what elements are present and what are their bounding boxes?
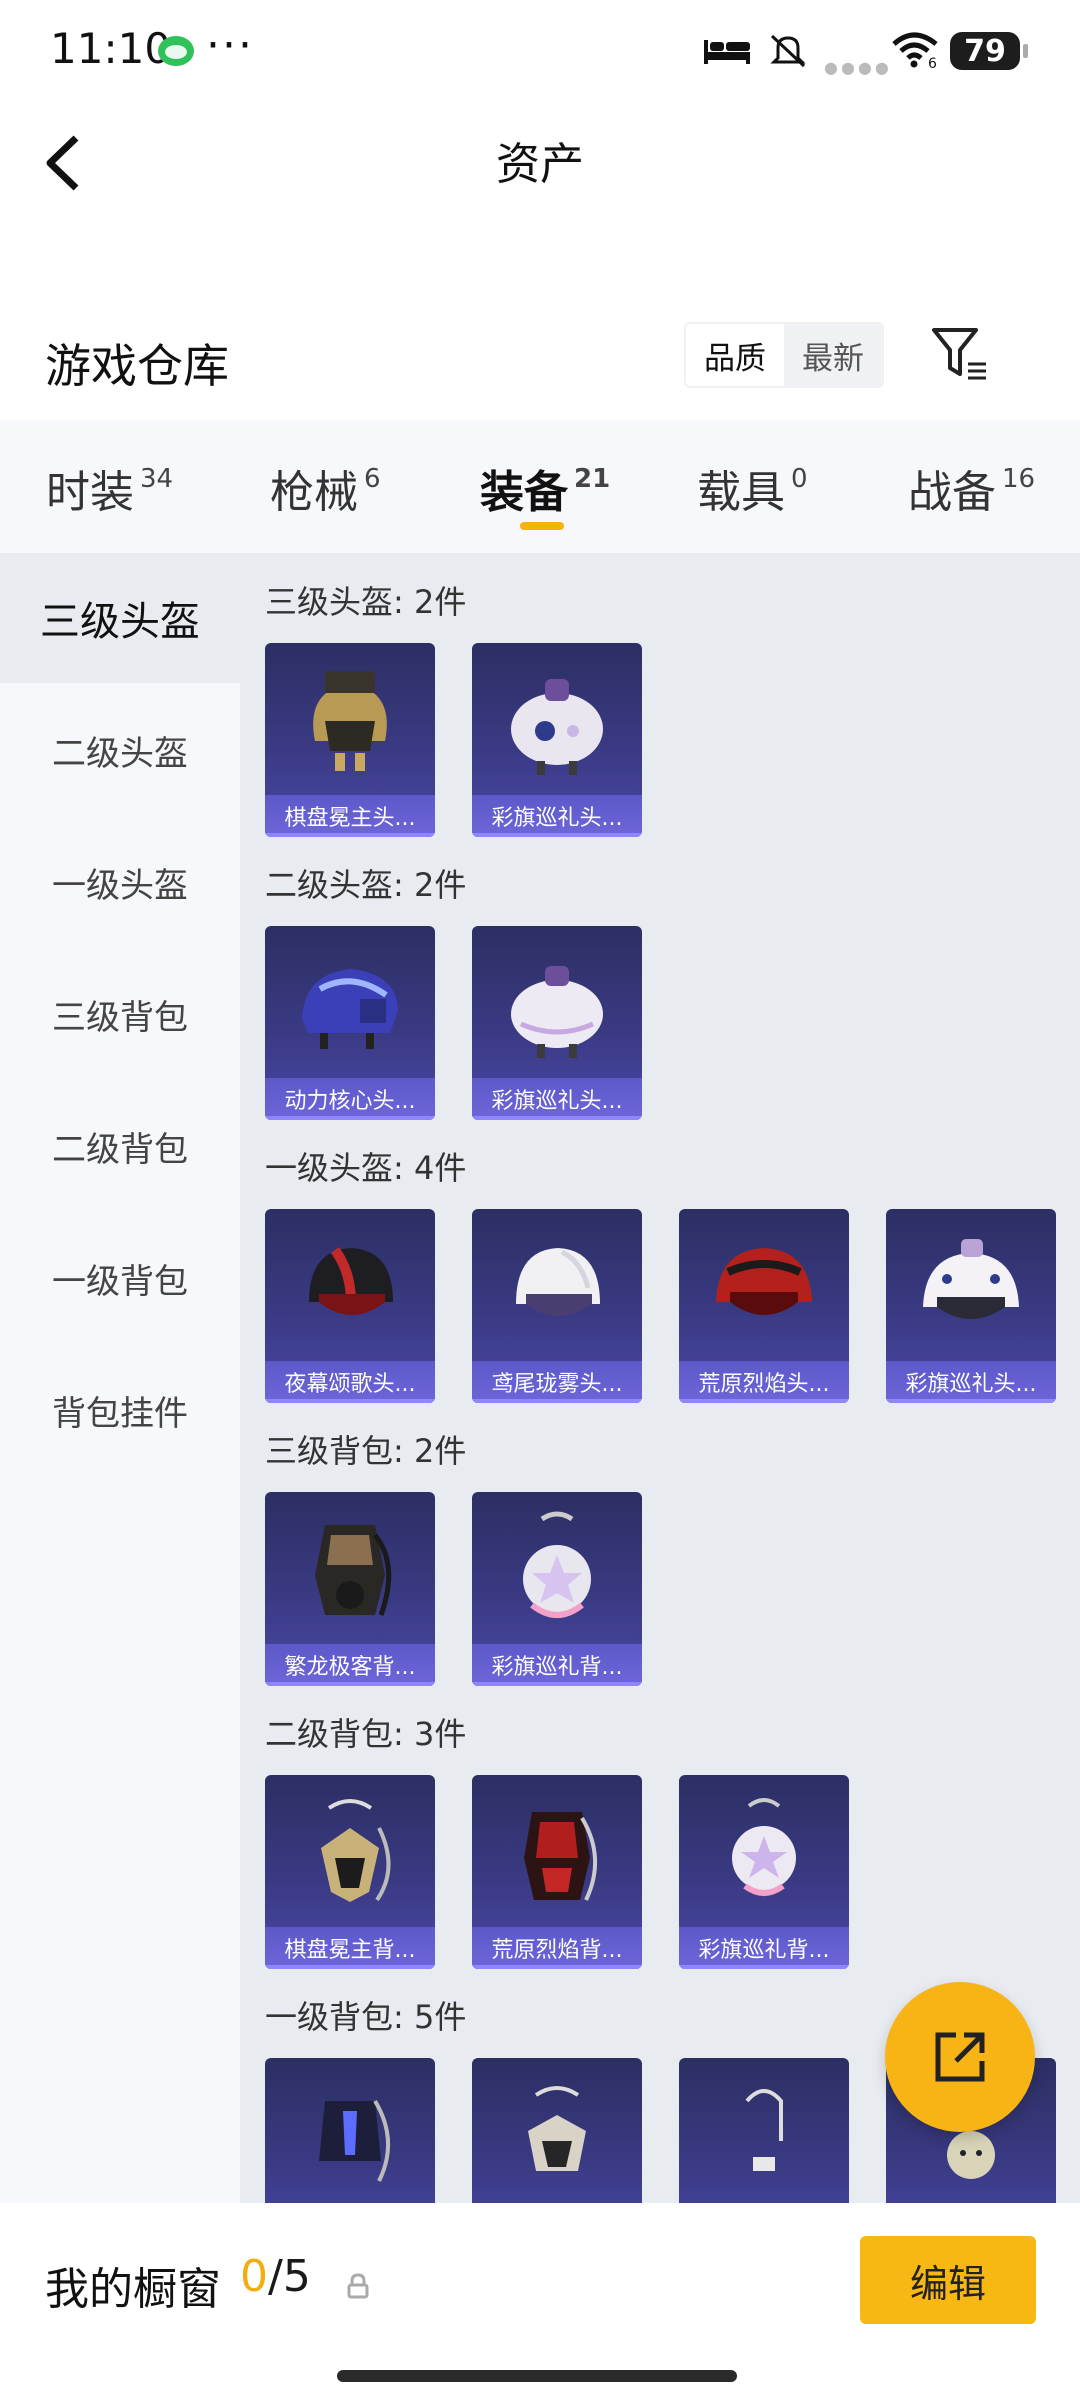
helmet-icon — [265, 1209, 435, 1364]
warehouse-title: 游戏仓库 — [45, 339, 229, 393]
sidebar-item-level1-backpack[interactable]: 一级背包 — [0, 1213, 240, 1343]
item-name: 彩旗巡礼背... — [472, 1644, 642, 1686]
backpack-icon — [265, 2058, 435, 2203]
item-card[interactable]: 夜幕颂歌头... — [265, 1209, 435, 1403]
section-header: 三级背包: 2件 — [265, 1432, 467, 1470]
item-name: 棋盘冕主背... — [265, 1927, 435, 1969]
item-card[interactable] — [265, 2058, 435, 2203]
sort-quality-button[interactable]: 品质 — [686, 324, 784, 386]
wechat-icon — [158, 36, 194, 66]
sort-newest-button[interactable]: 最新 — [784, 324, 882, 386]
tab-count: 34 — [140, 464, 174, 494]
filter-icon[interactable] — [930, 324, 990, 386]
item-card[interactable]: 鸢尾珑雾头... — [472, 1209, 642, 1403]
section-header: 一级头盔: 4件 — [265, 1149, 467, 1187]
section-header: 二级背包: 3件 — [265, 1715, 467, 1753]
tab-guns[interactable]: 枪械 6 — [270, 456, 381, 520]
showcase-count: 0/5 — [240, 2251, 311, 2302]
item-card[interactable]: 繁龙极客背... — [265, 1492, 435, 1686]
helmet-icon — [265, 926, 435, 1081]
svg-text:6: 6 — [928, 56, 937, 70]
sidebar-item-level2-backpack[interactable]: 二级背包 — [0, 1081, 240, 1211]
item-name: 荒原烈焰头... — [679, 1361, 849, 1403]
status-time: 11:10 — [50, 24, 172, 73]
item-name: 彩旗巡礼头... — [472, 1078, 642, 1120]
tab-combat-gear[interactable]: 战备 16 — [908, 456, 1035, 520]
item-name: 彩旗巡礼背... — [679, 1927, 849, 1969]
tab-count: 0 — [791, 464, 808, 494]
showcase-label: 我的橱窗 — [45, 2264, 221, 2315]
section-header: 二级头盔: 2件 — [265, 866, 467, 904]
sidebar-item-level1-helmet[interactable]: 一级头盔 — [0, 817, 240, 947]
helmet-icon — [472, 643, 642, 798]
helmet-icon — [886, 1209, 1056, 1364]
helmet-icon — [265, 643, 435, 798]
warehouse-header: 游戏仓库 品质 最新 — [0, 300, 1080, 420]
section-header: 一级背包: 5件 — [265, 1998, 467, 2036]
signal-icon: ●●●● — [824, 58, 892, 77]
sidebar-item-level3-helmet[interactable]: 三级头盔 — [0, 553, 240, 683]
active-tab-indicator — [520, 522, 564, 530]
sidebar-item-backpack-charm[interactable]: 背包挂件 — [0, 1345, 240, 1475]
backpack-icon — [265, 1775, 435, 1930]
item-name: 棋盘冕主头... — [265, 795, 435, 837]
item-card[interactable]: 彩旗巡礼头... — [472, 643, 642, 837]
tab-count: 6 — [364, 464, 381, 494]
tab-fashion[interactable]: 时装 34 — [46, 456, 173, 520]
backpack-icon — [679, 2058, 849, 2203]
sort-toggle: 品质 最新 — [684, 322, 884, 388]
item-card[interactable]: 彩旗巡礼头... — [886, 1209, 1056, 1403]
item-card[interactable]: 彩旗巡礼头... — [472, 926, 642, 1120]
section-header: 三级头盔: 2件 — [265, 583, 467, 621]
sidebar-item-level2-helmet[interactable]: 二级头盔 — [0, 685, 240, 815]
backpack-icon — [265, 1492, 435, 1647]
battery-icon: 79 — [950, 32, 1028, 70]
sidebar-item-level3-backpack[interactable]: 三级背包 — [0, 949, 240, 1079]
item-card[interactable]: 彩旗巡礼背... — [679, 1775, 849, 1969]
item-card[interactable]: 彩旗巡礼背... — [472, 1492, 642, 1686]
tab-equipment[interactable]: 装备 21 — [480, 456, 610, 520]
item-name: 彩旗巡礼头... — [886, 1361, 1056, 1403]
item-card[interactable] — [679, 2058, 849, 2203]
mute-icon — [770, 34, 806, 68]
edit-button[interactable]: 编辑 — [860, 2236, 1036, 2324]
sleep-mode-icon — [704, 40, 750, 64]
item-card[interactable]: 动力核心头... — [265, 926, 435, 1120]
item-name: 鸢尾珑雾头... — [472, 1361, 642, 1403]
item-name: 彩旗巡礼头... — [472, 795, 642, 837]
item-card[interactable]: 荒原烈焰头... — [679, 1209, 849, 1403]
item-grid: 三级头盔: 2件 棋盘冕主头... 彩旗巡礼头... 二级头盔: 2件 动力核心… — [240, 553, 1080, 2203]
backpack-icon — [472, 1775, 642, 1930]
item-name: 夜幕颂歌头... — [265, 1361, 435, 1403]
showcase-bar: 我的橱窗 0/5 编辑 — [0, 2203, 1080, 2400]
title-bar: 资产 — [0, 100, 1080, 220]
tab-count: 21 — [574, 464, 611, 494]
share-button[interactable] — [885, 1982, 1035, 2132]
tab-vehicles[interactable]: 载具 0 — [697, 456, 808, 520]
wifi-icon: 6 — [892, 32, 938, 70]
backpack-icon — [472, 2058, 642, 2203]
item-name: 动力核心头... — [265, 1078, 435, 1120]
lock-icon — [347, 2273, 369, 2299]
more-notifications-icon: ··· — [206, 20, 254, 71]
item-card[interactable]: 棋盘冕主头... — [265, 643, 435, 837]
item-name: 繁龙极客背... — [265, 1644, 435, 1686]
item-card[interactable]: 荒原烈焰背... — [472, 1775, 642, 1969]
status-bar: 11:10 ··· ●●●● 6 79 — [0, 0, 1080, 100]
home-indicator[interactable] — [337, 2370, 737, 2382]
item-card[interactable] — [472, 2058, 642, 2203]
external-link-icon — [935, 2032, 985, 2082]
helmet-icon — [472, 926, 642, 1081]
helmet-icon — [472, 1209, 642, 1364]
item-card[interactable]: 棋盘冕主背... — [265, 1775, 435, 1969]
item-name: 荒原烈焰背... — [472, 1927, 642, 1969]
page-title: 资产 — [496, 139, 584, 190]
backpack-icon — [472, 1492, 642, 1647]
helmet-icon — [679, 1209, 849, 1364]
backpack-icon — [679, 1775, 849, 1930]
category-tabs: 时装 34 枪械 6 装备 21 载具 0 战备 16 — [0, 420, 1080, 553]
sidebar: 三级头盔 二级头盔 一级头盔 三级背包 二级背包 一级背包 背包挂件 — [0, 553, 240, 2203]
tab-count: 16 — [1002, 464, 1036, 494]
